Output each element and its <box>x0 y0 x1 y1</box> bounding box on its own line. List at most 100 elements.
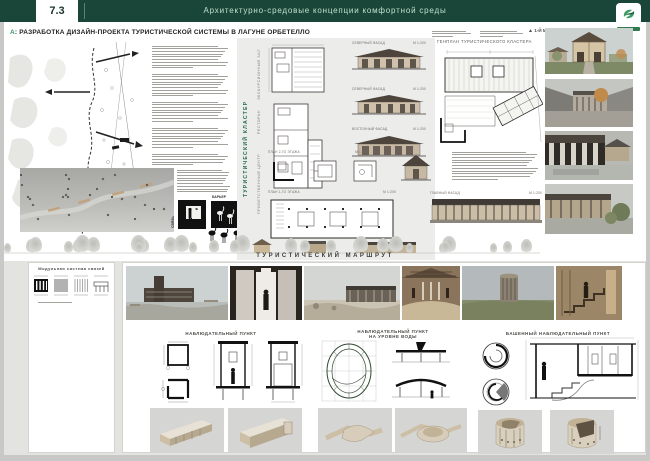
floor-plan-drawing <box>308 156 342 186</box>
text-line <box>152 118 228 119</box>
text-line <box>452 160 532 161</box>
header-divider <box>84 3 85 19</box>
render-photo-colonnade-pool <box>545 131 633 180</box>
text-line <box>152 128 218 129</box>
tree-silhouette <box>230 240 240 254</box>
tree-silhouette <box>377 238 389 254</box>
render-photo-cylindrical-tower <box>462 266 554 320</box>
drawing-caption: СЕВЕРНЫЙ ФАСАДМ 1:200 <box>352 41 426 45</box>
aerial-route-render <box>20 168 174 232</box>
model-photo <box>550 410 614 454</box>
room-label-hall: ЭКСКУРСИОННЫЙ ЗАЛ <box>257 48 261 100</box>
tower-section-stair-drawing <box>522 336 642 406</box>
text-line <box>452 168 538 169</box>
concept-connection-pictogram <box>178 200 206 229</box>
render-photo-stair-interior <box>556 266 622 320</box>
route-panorama-strip <box>4 229 540 255</box>
circular-plan-drawing <box>476 340 516 372</box>
body-text-paragraph <box>152 152 230 166</box>
text-line <box>152 51 225 52</box>
text-line <box>152 48 228 49</box>
model-photo <box>228 408 302 453</box>
genplan-text-block <box>452 150 540 184</box>
text-line <box>152 79 225 80</box>
brand-logo <box>616 3 641 25</box>
text-line <box>177 175 228 176</box>
tree-silhouette <box>209 240 219 254</box>
text-line <box>152 141 218 142</box>
text-line <box>152 65 226 66</box>
text-line <box>152 156 228 157</box>
floor-plan-drawing <box>268 44 328 96</box>
text-line <box>452 179 498 180</box>
cluster-vertical-label: ТУРИСТИЧЕСКИЙ КЛАСТЕР <box>243 82 249 197</box>
genplan-heading: ГЕНПЛАН ТУРИСТИЧЕСКОГО КЛАСТЕРА <box>437 39 532 44</box>
swoosh-icon <box>621 6 637 22</box>
text-line <box>38 302 72 303</box>
body-text-paragraph <box>152 126 230 148</box>
text-line <box>152 115 218 116</box>
text-line <box>452 165 527 166</box>
text-line <box>152 144 228 145</box>
text-line <box>152 102 218 103</box>
modular-heading: Модульная система связей <box>28 266 115 271</box>
text-line <box>152 76 228 77</box>
oval-plan-drawing <box>318 338 380 404</box>
text-line <box>177 172 229 173</box>
structure-speck <box>153 208 155 210</box>
render-photo-wood-interior <box>402 266 460 320</box>
text-line <box>432 31 466 32</box>
text-line <box>152 93 226 94</box>
tree-silhouette <box>174 235 189 254</box>
triangle-icon: ▲ <box>528 28 533 34</box>
text-line <box>152 136 223 137</box>
text-line <box>152 107 225 108</box>
tree-silhouette <box>135 242 143 254</box>
tree-silhouette <box>75 235 90 254</box>
text-line <box>152 87 218 88</box>
section-heading-observation-point: НАБЛЮДАТЕЛЬНЫЙ ПУНКТ <box>126 331 316 336</box>
model-photo <box>478 410 542 454</box>
text-line <box>152 62 228 63</box>
text-line <box>177 191 227 192</box>
drawing-caption: ВОСТОЧНЫЙ ФАСАДМ 1:200 <box>352 127 426 131</box>
text-line <box>177 178 226 179</box>
text-line <box>152 162 223 163</box>
subtitle-text: : РАЗРАБОТКА ДИЗАЙН-ПРОЕКТА ТУРИСТИЧЕСКО… <box>15 29 310 36</box>
text-line <box>452 157 535 158</box>
floor-plan-drawing <box>348 156 382 186</box>
text-line <box>152 46 218 47</box>
room-label-welcome: ПРИВЕТСТВЕННЫЙ ЦЕНТР <box>257 150 261 214</box>
structure-speck <box>89 194 91 196</box>
tree-silhouette <box>326 240 336 254</box>
text-line <box>152 84 221 85</box>
tree-silhouette <box>64 241 73 254</box>
text-line <box>152 110 223 111</box>
text-line <box>452 171 536 172</box>
body-text-paragraph <box>152 44 230 68</box>
body-text-paragraph <box>152 100 230 122</box>
stamp-text-block <box>480 29 524 37</box>
text-line <box>152 56 221 57</box>
tree-silhouette <box>285 238 297 254</box>
text-line <box>152 104 228 105</box>
text-line <box>480 36 503 37</box>
text-line <box>152 130 228 131</box>
text-line <box>152 90 228 91</box>
drawing-caption: ГЛАВНЫЙ ФАСАДМ 1:200 <box>430 191 542 195</box>
text-line <box>152 82 223 83</box>
square-plan-drawing <box>158 374 196 404</box>
tree-silhouette <box>354 236 368 254</box>
text-line <box>432 33 471 34</box>
text-line <box>177 183 223 184</box>
render-photo-courtyard <box>545 79 633 127</box>
tree-silhouette <box>4 243 11 254</box>
text-line <box>452 173 533 174</box>
render-photo-corridor-person <box>230 266 302 320</box>
roof-section-drawing <box>388 372 454 402</box>
facade-elevation <box>352 46 426 73</box>
modular-caption <box>38 300 104 303</box>
structure-speck <box>67 188 69 190</box>
roof-section-drawing <box>388 340 454 366</box>
route-heading: ТУРИСТИЧЕСКИЙ МАРШРУТ <box>150 253 500 259</box>
